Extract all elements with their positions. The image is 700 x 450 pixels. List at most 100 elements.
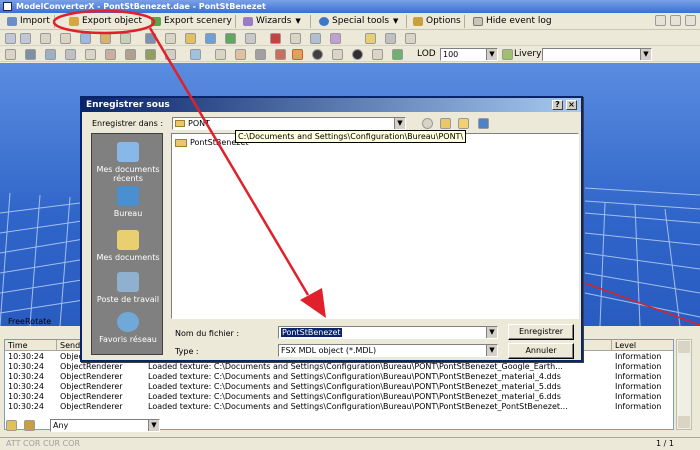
- fit-view-icon[interactable]: [5, 49, 16, 60]
- clear-log-icon[interactable]: [6, 420, 17, 431]
- cancel-button[interactable]: Annuler: [508, 343, 574, 359]
- copy-icon[interactable]: [60, 33, 71, 44]
- shading-icon[interactable]: [215, 49, 226, 60]
- texture-icon[interactable]: [185, 33, 196, 44]
- material-editor-icon[interactable]: [145, 33, 156, 44]
- chevron-down-icon: ▼: [148, 420, 159, 431]
- sphere-icon[interactable]: [312, 49, 323, 60]
- options-button[interactable]: Options: [412, 15, 461, 28]
- new-folder-icon[interactable]: [458, 118, 469, 129]
- file-list[interactable]: PontStBenezet: [171, 133, 579, 319]
- event-log-scrollbar[interactable]: [676, 339, 692, 430]
- separator: [54, 15, 55, 28]
- chevron-down-icon: ▼: [486, 327, 497, 338]
- lod-select[interactable]: 100 ▼: [440, 48, 498, 61]
- export-object-button[interactable]: Export object: [68, 15, 142, 28]
- place-desktop[interactable]: Bureau: [92, 186, 164, 218]
- tool-icon[interactable]: [385, 33, 396, 44]
- livery-select[interactable]: ▼: [542, 48, 652, 61]
- hierarchy-icon[interactable]: [165, 33, 176, 44]
- save-in-select[interactable]: PONT ▼: [172, 117, 406, 130]
- move-icon[interactable]: [80, 33, 91, 44]
- dialog-title: Enregistrer sous: [86, 100, 170, 110]
- shadow-icon[interactable]: [255, 49, 266, 60]
- wireframe-icon[interactable]: [25, 49, 36, 60]
- folder-icon: [175, 120, 185, 127]
- save-button[interactable]: Enregistrer: [508, 324, 574, 340]
- network-icon: [117, 312, 139, 332]
- ball-icon[interactable]: [352, 49, 363, 60]
- folder-icon: [175, 138, 187, 147]
- help-button[interactable]: ?: [552, 100, 563, 110]
- textured-view-icon[interactable]: [292, 49, 303, 60]
- options-icon: [413, 17, 423, 26]
- desktop-icon: [117, 186, 139, 206]
- column-header-level[interactable]: Level: [612, 340, 673, 351]
- livery-icon: [502, 49, 513, 60]
- light-icon[interactable]: [365, 33, 376, 44]
- grid-icon[interactable]: [45, 49, 56, 60]
- import-icon: [7, 17, 17, 26]
- view-menu-icon[interactable]: [478, 118, 489, 129]
- window-title: ModelConverterX - PontStBenezet.dae - Po…: [16, 2, 266, 11]
- back-icon[interactable]: [422, 118, 433, 129]
- collision-icon[interactable]: [310, 33, 321, 44]
- refresh-icon[interactable]: [392, 49, 403, 60]
- separator: [235, 15, 236, 28]
- special-tools-menu[interactable]: Special tools ▼: [318, 15, 398, 28]
- pivot-icon[interactable]: [332, 49, 343, 60]
- normals-icon[interactable]: [85, 49, 96, 60]
- window-option-button[interactable]: [670, 15, 681, 26]
- place-my-documents[interactable]: Mes documents: [92, 230, 164, 262]
- filename-field[interactable]: PontStBenezet ▼: [278, 326, 498, 339]
- toolbar-edit: [0, 31, 700, 46]
- undo-icon[interactable]: [5, 33, 16, 44]
- bounding-box-icon[interactable]: [105, 49, 116, 60]
- place-recent-documents[interactable]: Mes documents récents: [92, 142, 164, 183]
- check-icon[interactable]: [405, 33, 416, 44]
- close-button[interactable]: ×: [566, 100, 577, 110]
- place-network[interactable]: Favoris réseau: [92, 312, 164, 344]
- export-scenery-button[interactable]: Export scenery: [150, 15, 232, 28]
- camera-icon[interactable]: [190, 49, 201, 60]
- rotate-icon[interactable]: [100, 33, 111, 44]
- up-folder-icon[interactable]: [440, 118, 451, 129]
- scroll-up-button[interactable]: [678, 341, 690, 353]
- open-log-icon[interactable]: [24, 420, 35, 431]
- file-type-select[interactable]: FSX MDL object (*.MDL) ▼: [278, 344, 498, 357]
- wizards-menu[interactable]: Wizards ▼: [242, 15, 301, 28]
- dropdown-arrow-icon: ▼: [393, 17, 399, 25]
- lod-icon[interactable]: [205, 33, 216, 44]
- export-object-icon: [69, 17, 79, 26]
- chevron-down-icon: ▼: [486, 345, 497, 356]
- sky-icon[interactable]: [165, 49, 176, 60]
- dialog-title-bar: Enregistrer sous ? ×: [82, 98, 581, 112]
- person-icon[interactable]: [290, 33, 301, 44]
- attach-icon[interactable]: [245, 33, 256, 44]
- type-label: Type :: [175, 347, 199, 356]
- window-close-button[interactable]: [685, 15, 696, 26]
- export-scenery-icon: [151, 17, 161, 26]
- night-icon[interactable]: [235, 49, 246, 60]
- column-header-time[interactable]: Time: [5, 340, 57, 351]
- window-title-bar: ModelConverterX - PontStBenezet.dae - Po…: [0, 0, 700, 13]
- place-my-computer[interactable]: Poste de travail: [92, 272, 164, 304]
- save-as-dialog: Enregistrer sous ? × Enregistrer dans : …: [80, 96, 583, 362]
- redo-icon[interactable]: [20, 33, 31, 44]
- window-help-button[interactable]: [655, 15, 666, 26]
- ground-icon[interactable]: [125, 49, 136, 60]
- my-documents-icon: [117, 230, 139, 250]
- remove-icon[interactable]: [270, 33, 281, 44]
- import-button[interactable]: Import: [6, 15, 50, 28]
- axis-icon[interactable]: [65, 49, 76, 60]
- effect-icon[interactable]: [330, 33, 341, 44]
- select-icon[interactable]: [40, 33, 51, 44]
- terrain-icon[interactable]: [145, 49, 156, 60]
- scroll-down-button[interactable]: [678, 416, 690, 428]
- hide-event-log-button[interactable]: Hide event log: [472, 15, 552, 28]
- render-icon[interactable]: [275, 49, 286, 60]
- drag-icon[interactable]: [372, 49, 383, 60]
- scale-icon[interactable]: [120, 33, 131, 44]
- log-filter-select[interactable]: Any ▼: [50, 419, 160, 432]
- globe-icon[interactable]: [225, 33, 236, 44]
